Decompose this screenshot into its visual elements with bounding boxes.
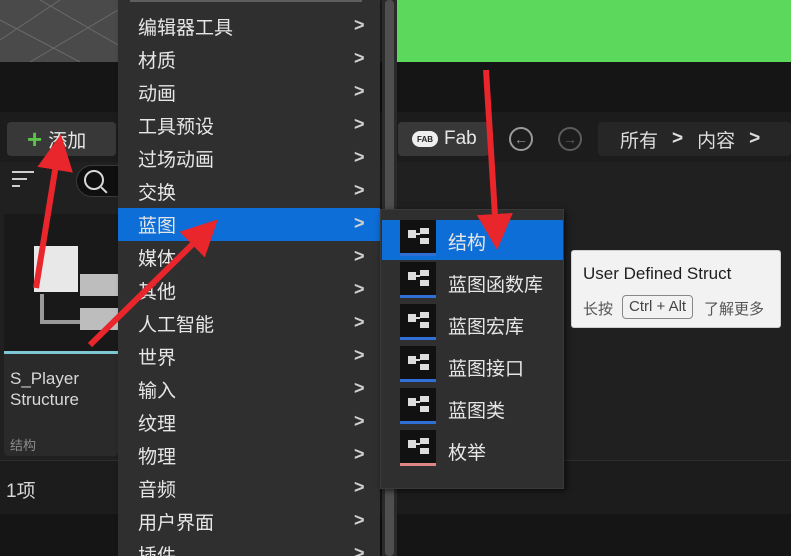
submenu-item-label: 蓝图接口 bbox=[448, 359, 525, 380]
menu-item[interactable]: 音频 > bbox=[118, 472, 380, 505]
menu-item[interactable]: 输入 > bbox=[118, 373, 380, 406]
asset-type-color-bar bbox=[4, 351, 118, 354]
floor-grid bbox=[0, 0, 118, 62]
chevron-right-icon: > bbox=[354, 444, 365, 464]
menu-item-label: 输入 bbox=[138, 381, 177, 402]
menu-item[interactable]: 插件 > bbox=[118, 538, 380, 556]
menu-item[interactable]: 工具预设 > bbox=[118, 109, 380, 142]
menu-item-label: 插件 bbox=[138, 541, 176, 556]
chevron-right-icon: > bbox=[354, 15, 365, 35]
menu-item[interactable]: 世界 > bbox=[118, 340, 380, 373]
menu-item-label: 工具预设 bbox=[138, 117, 215, 138]
search-icon bbox=[84, 170, 104, 190]
menu-item[interactable]: 其他 > bbox=[118, 274, 380, 307]
chevron-right-icon: > bbox=[354, 411, 365, 431]
arrow-left-circle-icon[interactable]: ← bbox=[509, 127, 533, 151]
menu-item-label: 过场动画 bbox=[138, 150, 215, 171]
menu-item[interactable]: 纹理 > bbox=[118, 406, 380, 439]
menu-item[interactable]: 物理 > bbox=[118, 439, 380, 472]
fab-button-label: Fab bbox=[444, 128, 477, 149]
menu-item-label: 用户界面 bbox=[138, 513, 215, 534]
menu-item[interactable]: 蓝图 > bbox=[118, 208, 380, 241]
menu-item-label: 物理 bbox=[138, 447, 177, 468]
chevron-right-icon: > bbox=[354, 510, 365, 530]
menu-item-label: 音频 bbox=[138, 480, 177, 501]
chevron-right-icon: > bbox=[354, 114, 365, 134]
submenu-item-label: 蓝图函数库 bbox=[448, 275, 544, 296]
breadcrumb-item-all[interactable]: 所有 bbox=[620, 126, 658, 153]
menu-item[interactable]: 动画 > bbox=[118, 76, 380, 109]
menu-item[interactable]: 材质 > bbox=[118, 43, 380, 76]
menu-item[interactable]: 媒体 > bbox=[118, 241, 380, 274]
asset-thumbnail bbox=[4, 214, 120, 352]
struct-icon bbox=[400, 220, 436, 256]
menu-item-label: 世界 bbox=[138, 348, 177, 369]
tooltip-title: User Defined Struct bbox=[583, 264, 732, 283]
chevron-right-icon: > bbox=[354, 477, 365, 497]
menu-item-label: 其他 bbox=[138, 282, 177, 303]
viewport-preview bbox=[0, 0, 118, 62]
chevron-right-icon: > bbox=[354, 81, 365, 101]
chevron-right-icon: > bbox=[749, 128, 761, 149]
asset-name: S_Player Structure bbox=[10, 369, 79, 409]
item-count: 1项 bbox=[6, 481, 36, 502]
menu-item[interactable]: 交换 > bbox=[118, 175, 380, 208]
arrow-right-circle-icon[interactable]: → bbox=[558, 127, 582, 151]
submenu-item-label: 枚举 bbox=[448, 443, 487, 464]
chevron-right-icon: > bbox=[354, 312, 365, 332]
menu-item-label: 蓝图 bbox=[138, 216, 177, 237]
chevron-right-icon: > bbox=[354, 279, 365, 299]
menu-item-label: 人工智能 bbox=[138, 315, 215, 336]
fab-button[interactable]: FAB Fab bbox=[398, 122, 489, 156]
menu-item-label: 编辑器工具 bbox=[138, 18, 234, 39]
add-button[interactable]: + 添加 bbox=[7, 122, 116, 156]
chevron-right-icon: > bbox=[354, 48, 365, 68]
breadcrumb-item-content[interactable]: 内容 bbox=[697, 126, 735, 153]
menu-item-label: 动画 bbox=[138, 84, 177, 105]
submenu-item-label: 蓝图宏库 bbox=[448, 317, 525, 338]
breadcrumb: 所有 > 内容 > bbox=[598, 122, 791, 156]
submenu-item-label: 结构 bbox=[448, 233, 487, 254]
chevron-right-icon: > bbox=[354, 246, 365, 266]
asset-type-label: 结构 bbox=[10, 438, 37, 453]
add-button-label: 添加 bbox=[48, 130, 87, 152]
chevron-right-icon: > bbox=[354, 147, 365, 167]
fab-logo-icon: FAB bbox=[412, 131, 438, 147]
chevron-right-icon: > bbox=[672, 128, 684, 149]
blueprint-node-icon bbox=[400, 388, 436, 424]
blueprint-node-icon bbox=[400, 304, 436, 340]
plus-icon: + bbox=[27, 124, 43, 154]
menu-divider bbox=[130, 0, 362, 2]
tooltip-press-label: 长按 bbox=[583, 301, 614, 318]
blueprint-node-icon bbox=[400, 262, 436, 298]
menu-item-label: 媒体 bbox=[138, 249, 177, 270]
tooltip-learn-more[interactable]: 了解更多 bbox=[704, 298, 764, 319]
menu-item[interactable]: 编辑器工具 > bbox=[118, 10, 380, 43]
tooltip-shortcut-keys: Ctrl + Alt bbox=[622, 295, 694, 319]
blueprint-node-icon bbox=[400, 346, 436, 382]
menu-item-label: 纹理 bbox=[138, 414, 177, 435]
submenu-item-label: 蓝图类 bbox=[448, 401, 506, 422]
chevron-right-icon: > bbox=[354, 213, 365, 233]
menu-item-label: 材质 bbox=[138, 51, 177, 72]
enum-list-icon bbox=[400, 430, 436, 466]
menu-item[interactable]: 用户界面 > bbox=[118, 505, 380, 538]
chevron-right-icon: > bbox=[354, 378, 365, 398]
struct-icon bbox=[34, 246, 120, 330]
chevron-right-icon: > bbox=[354, 345, 365, 365]
menu-item[interactable]: 过场动画 > bbox=[118, 142, 380, 175]
filter-icon[interactable] bbox=[12, 171, 34, 189]
viewport-green-area bbox=[397, 0, 791, 62]
chevron-right-icon: > bbox=[354, 543, 365, 556]
chevron-right-icon: > bbox=[354, 180, 365, 200]
menu-item[interactable]: 人工智能 > bbox=[118, 307, 380, 340]
menu-item-label: 交换 bbox=[138, 183, 177, 204]
